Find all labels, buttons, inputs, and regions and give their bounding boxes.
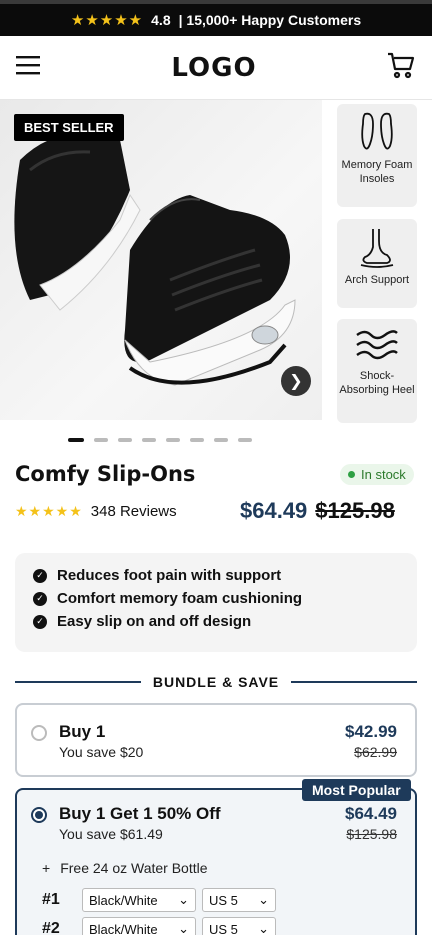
- option-title: Buy 1 Get 1 50% Off: [59, 804, 221, 823]
- stock-text: In stock: [361, 467, 406, 482]
- insoles-icon: [357, 112, 397, 157]
- bundle-heading: BUNDLE & SAVE: [15, 674, 417, 690]
- feature-shock-absorbing: Shock-Absorbing Heel: [337, 319, 417, 423]
- color-select-value: Black/White: [89, 892, 158, 908]
- benefit-text: Comfort memory foam cushioning: [57, 590, 303, 607]
- feature-memory-foam: Memory Foam Insoles: [337, 104, 417, 207]
- feature-arch-support: Arch Support: [337, 219, 417, 308]
- shoe-product-image: [14, 133, 296, 386]
- waves-icon: [355, 330, 399, 368]
- compare-price: $125.98: [315, 498, 395, 523]
- sale-price: $64.49: [240, 498, 308, 523]
- plus-icon: +: [42, 860, 51, 876]
- size-select[interactable]: US 5 ⌄: [202, 888, 276, 912]
- chevron-down-icon: ⌄: [258, 892, 269, 907]
- benefit-item: ✓ Easy slip on and off design: [33, 613, 399, 630]
- pagination-dot[interactable]: [142, 438, 156, 442]
- bundle-heading-text: BUNDLE & SAVE: [152, 674, 280, 690]
- variant-number: #2: [42, 920, 60, 935]
- benefit-item: ✓ Comfort memory foam cushioning: [33, 590, 399, 607]
- color-select[interactable]: Black/White ⌄: [82, 888, 196, 912]
- rating-stars-icon: ★★★★★: [15, 503, 83, 519]
- announcement-rating: 4.8: [151, 12, 171, 28]
- announcement-text: | 15,000+ Happy Customers: [178, 12, 362, 28]
- divider: [15, 681, 141, 683]
- feature-label: Shock-Absorbing Heel: [339, 370, 415, 396]
- size-select[interactable]: US 5 ⌄: [202, 917, 276, 935]
- gallery-pagination: [68, 438, 252, 442]
- benefit-text: Reduces foot pain with support: [57, 567, 282, 584]
- cart-icon[interactable]: [386, 50, 416, 85]
- chevron-down-icon: ⌄: [258, 921, 269, 935]
- radio-button[interactable]: [31, 725, 47, 741]
- size-select-value: US 5: [209, 892, 238, 908]
- most-popular-badge: Most Popular: [302, 779, 411, 801]
- product-price: $64.49 $125.98: [240, 498, 395, 524]
- check-icon: ✓: [33, 591, 47, 606]
- in-stock-dot-icon: [348, 471, 355, 478]
- pagination-dot[interactable]: [68, 438, 84, 442]
- pagination-dot[interactable]: [238, 438, 252, 442]
- feature-label: Memory Foam Insoles: [341, 159, 413, 185]
- color-select-value: Black/White: [89, 921, 158, 935]
- chevron-down-icon: ⌄: [178, 892, 189, 907]
- option-savings: You save $61.49: [59, 826, 163, 842]
- product-image-gallery[interactable]: BEST SELLER ❯: [0, 100, 322, 420]
- gift-text: Free 24 oz Water Bottle: [60, 860, 208, 876]
- color-select[interactable]: Black/White ⌄: [82, 917, 196, 935]
- option-title: Buy 1: [59, 722, 106, 741]
- benefit-item: ✓ Reduces foot pain with support: [33, 567, 399, 584]
- next-image-button[interactable]: ❯: [281, 366, 311, 396]
- product-rating[interactable]: ★★★★★ 348 Reviews: [15, 503, 177, 520]
- check-icon: ✓: [33, 614, 47, 629]
- feature-label: Arch Support: [344, 274, 410, 286]
- bundle-option-buy-1[interactable]: Buy 1 You save $20 $42.99 $62.99: [15, 703, 417, 777]
- best-seller-badge: BEST SELLER: [14, 114, 124, 141]
- hamburger-menu-icon[interactable]: [16, 55, 42, 80]
- option-compare-price: $125.98: [346, 826, 397, 842]
- pagination-dot[interactable]: [166, 438, 180, 442]
- arch-support-icon: [357, 229, 397, 272]
- benefits-list: ✓ Reduces foot pain with support ✓ Comfort…: [15, 553, 417, 652]
- variant-row: #1 Black/White ⌄ US 5 ⌄: [42, 888, 276, 912]
- option-price: $64.49: [345, 804, 397, 823]
- size-select-value: US 5: [209, 921, 238, 935]
- pagination-dot[interactable]: [214, 438, 228, 442]
- rating-stars-icon: ★★★★★: [70, 12, 144, 29]
- stock-badge: In stock: [340, 464, 414, 485]
- free-gift-line: + Free 24 oz Water Bottle: [42, 860, 208, 876]
- pagination-dot[interactable]: [118, 438, 132, 442]
- divider: [291, 681, 417, 683]
- variant-row: #2 Black/White ⌄ US 5 ⌄: [42, 917, 276, 935]
- chevron-right-icon: ❯: [289, 373, 303, 390]
- chevron-down-icon: ⌄: [178, 921, 189, 935]
- benefit-text: Easy slip on and off design: [57, 613, 252, 630]
- option-savings: You save $20: [59, 744, 144, 760]
- reviews-count: 348 Reviews: [90, 503, 177, 520]
- variant-number: #1: [42, 891, 60, 908]
- option-price: $42.99: [345, 722, 397, 741]
- site-header: LOGO: [0, 36, 432, 100]
- pagination-dot[interactable]: [94, 438, 108, 442]
- product-title: Comfy Slip-Ons: [15, 462, 196, 486]
- radio-button[interactable]: [31, 807, 47, 823]
- announcement-bar: ★★★★★ 4.8 | 15,000+ Happy Customers: [0, 0, 432, 36]
- check-icon: ✓: [33, 568, 47, 583]
- option-compare-price: $62.99: [354, 744, 397, 760]
- logo[interactable]: LOGO: [171, 53, 256, 83]
- pagination-dot[interactable]: [190, 438, 204, 442]
